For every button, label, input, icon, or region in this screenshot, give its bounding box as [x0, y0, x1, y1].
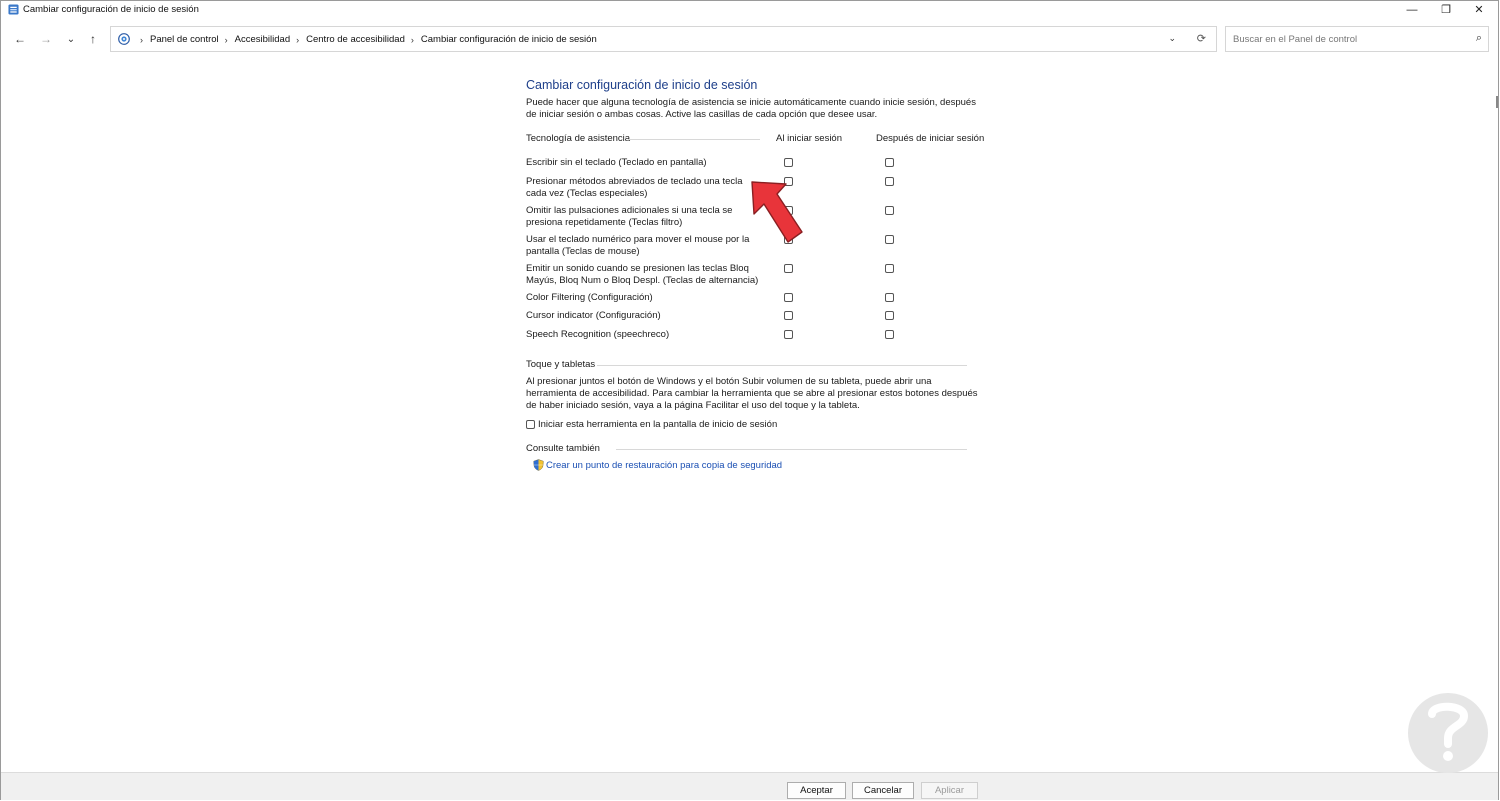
page-description: Puede hacer que alguna tecnología de asi…: [526, 97, 976, 120]
shield-icon: [533, 459, 544, 471]
address-bar[interactable]: › Panel de control › Accesibilidad › Cen…: [110, 26, 1217, 52]
divider: [597, 365, 967, 366]
watermark-logo: [1402, 690, 1494, 782]
column-header-at-signin: Al iniciar sesión: [776, 133, 842, 144]
touch-description: Al presionar juntos el botón de Windows …: [526, 376, 978, 411]
checkbox-start-tool-signin-screen[interactable]: [526, 420, 535, 429]
section-title-touch: Toque y tabletas: [526, 359, 596, 370]
option-label-mouse-keys: Usar el teclado numérico para mover el m…: [526, 234, 750, 257]
up-icon[interactable]: ↑: [85, 31, 101, 47]
checkbox-after-signin-speech-recognition[interactable]: [885, 330, 894, 339]
checkbox-after-signin-cursor-indicator[interactable]: [885, 311, 894, 320]
breadcrumb-chevron-icon[interactable]: ›: [140, 35, 143, 45]
cancel-button[interactable]: Cancelar: [852, 782, 914, 799]
breadcrumb-current-page[interactable]: Cambiar configuración de inicio de sesió…: [421, 34, 597, 45]
control-panel-icon: [118, 33, 130, 45]
checkbox-at-signin-toggle-keys[interactable]: [784, 264, 793, 273]
back-icon[interactable]: ←: [12, 31, 28, 47]
search-icon[interactable]: ⌕: [1476, 32, 1482, 45]
option-label-sticky-keys: Presionar métodos abreviados de teclado …: [526, 176, 743, 199]
breadcrumb-chevron-icon[interactable]: ›: [411, 35, 414, 45]
breadcrumb-panel-de-control[interactable]: Panel de control: [150, 34, 219, 45]
column-header-after-signin: Después de iniciar sesión: [876, 133, 985, 144]
section-title-see-also: Consulte también: [526, 443, 600, 454]
control-panel-icon: [8, 4, 19, 15]
breadcrumb: › Panel de control › Accesibilidad › Cen…: [134, 34, 597, 45]
ok-button[interactable]: Aceptar: [787, 782, 846, 799]
page-title: Cambiar configuración de inicio de sesió…: [526, 78, 758, 92]
checkbox-at-signin-speech-recognition[interactable]: [784, 330, 793, 339]
option-label-filter-keys: Omitir las pulsaciones adicionales si un…: [526, 205, 733, 228]
breadcrumb-centro-de-accesibilidad[interactable]: Centro de accesibilidad: [306, 34, 405, 45]
recent-locations-icon[interactable]: ⌄: [63, 31, 79, 47]
checkbox-after-signin-filter-keys[interactable]: [885, 206, 894, 215]
window-title: Cambiar configuración de inicio de sesió…: [23, 4, 199, 15]
scrollbar[interactable]: [1496, 96, 1498, 108]
search-placeholder: Buscar en el Panel de control: [1233, 34, 1358, 45]
refresh-icon[interactable]: ⟳: [1197, 32, 1206, 45]
address-dropdown-icon[interactable]: ⌄: [1168, 33, 1176, 44]
breadcrumb-chevron-icon[interactable]: ›: [225, 35, 228, 45]
checkbox-after-signin-color-filtering[interactable]: [885, 293, 894, 302]
search-input[interactable]: Buscar en el Panel de control ⌕: [1225, 26, 1489, 52]
checkbox-after-signin-on-screen-keyboard[interactable]: [885, 158, 894, 167]
checkbox-after-signin-mouse-keys[interactable]: [885, 235, 894, 244]
option-label-speech-recognition: Speech Recognition (speechreco): [526, 329, 670, 340]
apply-button[interactable]: Aplicar: [921, 782, 978, 799]
close-button[interactable]: ✕: [1459, 1, 1499, 18]
forward-icon[interactable]: →: [38, 31, 54, 47]
checkbox-at-signin-cursor-indicator[interactable]: [784, 311, 793, 320]
option-label-on-screen-keyboard: Escribir sin el teclado (Teclado en pant…: [526, 157, 707, 168]
checkbox-label-start-tool-signin-screen[interactable]: Iniciar esta herramienta en la pantalla …: [538, 419, 777, 430]
divider: [616, 449, 967, 450]
checkbox-after-signin-sticky-keys[interactable]: [885, 177, 894, 186]
dialog-button-bar: Aceptar Cancelar Aplicar: [1, 772, 1498, 800]
navigation-bar: ← → ⌄ ↑ › Panel de control › Accesibilid…: [1, 22, 1498, 56]
option-label-color-filtering: Color Filtering (Configuración): [526, 292, 653, 303]
divider: [628, 139, 760, 140]
column-header-technology: Tecnología de asistencia: [526, 133, 631, 144]
red-arrow-annotation: [751, 181, 803, 243]
option-label-cursor-indicator: Cursor indicator (Configuración): [526, 310, 661, 321]
restore-point-link[interactable]: Crear un punto de restauración para copi…: [546, 460, 782, 471]
checkbox-at-signin-color-filtering[interactable]: [784, 293, 793, 302]
breadcrumb-chevron-icon[interactable]: ›: [296, 35, 299, 45]
checkbox-at-signin-on-screen-keyboard[interactable]: [784, 158, 793, 167]
checkbox-after-signin-toggle-keys[interactable]: [885, 264, 894, 273]
breadcrumb-accesibilidad[interactable]: Accesibilidad: [235, 34, 290, 45]
watermark-icon: [1408, 693, 1488, 773]
title-bar: Cambiar configuración de inicio de sesió…: [1, 1, 1498, 18]
option-label-toggle-keys: Emitir un sonido cuando se presionen las…: [526, 263, 759, 286]
